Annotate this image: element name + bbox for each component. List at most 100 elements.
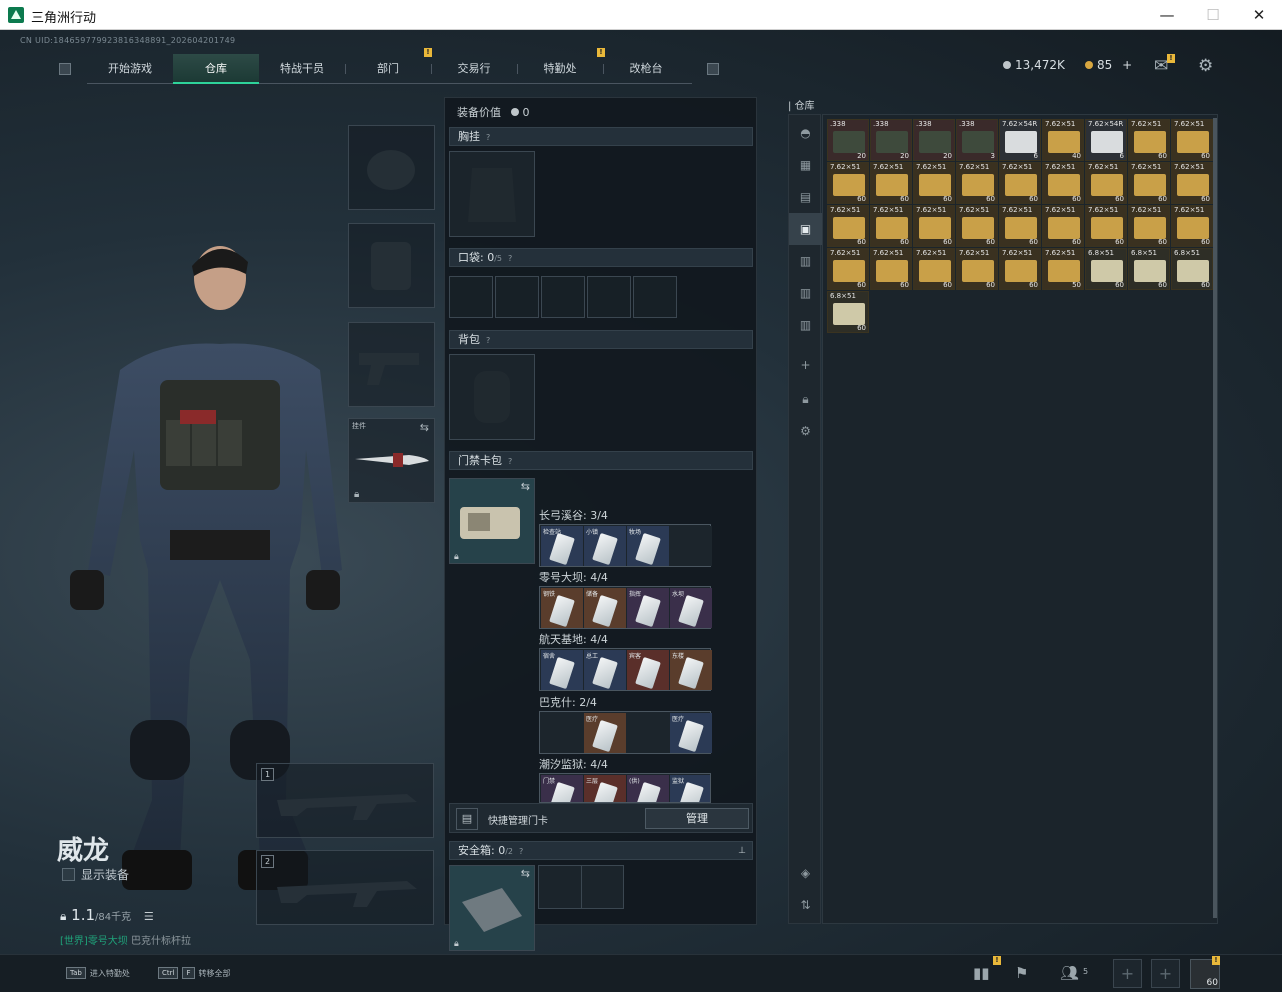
- warehouse-ammo-item[interactable]: 7.62×51 60: [827, 205, 869, 247]
- warehouse-ammo-item[interactable]: 7.62×51 60: [956, 248, 998, 290]
- list-icon[interactable]: ☰: [144, 910, 154, 923]
- warehouse-ammo-item[interactable]: 7.62×51 60: [870, 248, 912, 290]
- melee-slot[interactable]: 挂件 ⇆ 🔒︎: [348, 418, 435, 503]
- warehouse-ammo-item[interactable]: 7.62×51 60: [870, 205, 912, 247]
- pocket-slot[interactable]: [495, 276, 539, 318]
- pocket-slot[interactable]: [633, 276, 677, 318]
- add-tab-icon[interactable]: +: [789, 349, 822, 381]
- warehouse-ammo-item[interactable]: .338 20: [870, 119, 912, 161]
- keycard[interactable]: (供): [627, 775, 669, 802]
- warehouse-ammo-item[interactable]: 7.62×51 60: [999, 162, 1041, 204]
- nav-prev-key-icon[interactable]: [59, 63, 71, 75]
- helmet-filter-icon[interactable]: ◓: [789, 117, 822, 149]
- storage-tab-icon[interactable]: ▥: [789, 309, 822, 341]
- tab-start-game[interactable]: 开始游戏: [87, 54, 173, 84]
- storage-tab-icon[interactable]: ▤: [789, 181, 822, 213]
- warehouse-ammo-item[interactable]: 7.62×51 60: [999, 205, 1041, 247]
- body-armor-slot[interactable]: [348, 223, 435, 308]
- keycard-empty[interactable]: [541, 713, 583, 753]
- invite-slot-button[interactable]: +: [1113, 959, 1142, 988]
- keycard[interactable]: 监狱: [670, 775, 710, 802]
- pocket-slot[interactable]: [449, 276, 493, 318]
- keycard[interactable]: 三层: [584, 775, 626, 802]
- warehouse-ammo-item[interactable]: 7.62×51 60: [999, 248, 1041, 290]
- pocket-slot[interactable]: [587, 276, 631, 318]
- show-equipment-toggle[interactable]: 显示装备: [62, 866, 129, 883]
- keycard[interactable]: 宿舍: [541, 650, 583, 690]
- lock-icon[interactable]: 🔒︎: [789, 383, 822, 415]
- warehouse-ammo-item[interactable]: 7.62×51 60: [1042, 162, 1084, 204]
- sort-icon[interactable]: ⇅: [789, 889, 822, 921]
- flag-icon[interactable]: ⚑: [1015, 964, 1028, 982]
- safebox-slot[interactable]: ⇆ 🔒︎: [449, 865, 535, 951]
- warehouse-ammo-item[interactable]: 7.62×51 40: [1042, 119, 1084, 161]
- warehouse-ammo-item[interactable]: 7.62×51 50: [1042, 248, 1084, 290]
- warehouse-ammo-item[interactable]: 7.62×51 60: [1128, 119, 1170, 161]
- tab-department[interactable]: 部门: [345, 54, 431, 84]
- keycard[interactable]: 门禁: [541, 775, 583, 802]
- tab-hint[interactable]: Tab 进入特勤处: [66, 967, 130, 979]
- warehouse-ammo-item[interactable]: 7.62×51 60: [827, 162, 869, 204]
- tab-operators[interactable]: 特战干员: [259, 54, 345, 84]
- settings-gear-icon[interactable]: ⚙: [1198, 56, 1213, 76]
- warehouse-ammo-item[interactable]: 7.62×51 60: [956, 205, 998, 247]
- tab-special-ops[interactable]: 特勤处: [517, 54, 603, 84]
- settings-gear-icon[interactable]: ⚙: [789, 415, 822, 447]
- warehouse-ammo-item[interactable]: 7.62×51 60: [1128, 205, 1170, 247]
- warehouse-ammo-item[interactable]: .338 20: [827, 119, 869, 161]
- warehouse-ammo-item[interactable]: 7.62×51 60: [1042, 205, 1084, 247]
- warehouse-ammo-item[interactable]: 6.8×51 60: [827, 291, 869, 333]
- keycard[interactable]: 医疗: [584, 713, 626, 753]
- helmet-slot[interactable]: [348, 125, 435, 210]
- squad-icon[interactable]: 👥︎: [1060, 964, 1079, 982]
- nav-next-key-icon[interactable]: [707, 63, 719, 75]
- warehouse-ammo-item[interactable]: 6.8×51 60: [1171, 248, 1213, 290]
- ammo-tab-icon[interactable]: ▣: [789, 213, 822, 245]
- keycard[interactable]: 储备: [584, 588, 626, 628]
- storage-tab-icon[interactable]: ▥: [789, 277, 822, 309]
- keycard[interactable]: 检查站: [541, 526, 583, 566]
- pocket-slot[interactable]: [541, 276, 585, 318]
- keycard[interactable]: 小镇: [584, 526, 626, 566]
- invite-slot-button[interactable]: +: [1151, 959, 1180, 988]
- keycard-empty[interactable]: [670, 526, 712, 566]
- minimize-button[interactable]: —: [1144, 0, 1190, 30]
- warehouse-ammo-item[interactable]: 7.62×51 60: [913, 248, 955, 290]
- tab-warehouse[interactable]: 仓库: [173, 54, 259, 84]
- warehouse-ammo-item[interactable]: 6.8×51 60: [1128, 248, 1170, 290]
- warehouse-scrollbar[interactable]: [1213, 118, 1217, 918]
- warehouse-ammo-item[interactable]: 7.62×54R 6: [1085, 119, 1127, 161]
- transfer-all-hint[interactable]: Ctrl F 转移全部: [158, 967, 231, 979]
- maximize-button[interactable]: ☐: [1190, 0, 1236, 30]
- swap-icon[interactable]: ⇆: [521, 867, 530, 880]
- keycard-case-slot[interactable]: ⇆ 🔒︎: [449, 478, 535, 564]
- keycard[interactable]: 钢铁: [541, 588, 583, 628]
- warehouse-ammo-item[interactable]: 7.62×51 60: [1128, 162, 1170, 204]
- tab-gunsmith[interactable]: 改枪台: [603, 54, 689, 84]
- keycard[interactable]: 东楼: [670, 650, 712, 690]
- warehouse-ammo-item[interactable]: 7.62×54R 6: [999, 119, 1041, 161]
- layers-icon[interactable]: ◈: [789, 857, 822, 889]
- warehouse-ammo-item[interactable]: 7.62×51 60: [913, 205, 955, 247]
- warehouse-ammo-item[interactable]: .338 3: [956, 119, 998, 161]
- warehouse-ammo-item[interactable]: 7.62×51 60: [1171, 205, 1213, 247]
- keycard-empty[interactable]: [627, 713, 669, 753]
- manage-button[interactable]: 管理: [645, 808, 749, 829]
- warehouse-ammo-item[interactable]: 6.8×51 60: [1085, 248, 1127, 290]
- swap-icon[interactable]: ⇆: [521, 480, 530, 493]
- checkbox-icon[interactable]: [62, 868, 75, 881]
- storage-tab-icon[interactable]: ▥: [789, 245, 822, 277]
- keycard[interactable]: 指挥: [627, 588, 669, 628]
- warehouse-ammo-item[interactable]: 7.62×51 60: [1171, 162, 1213, 204]
- pin-icon[interactable]: ⊥: [738, 842, 746, 860]
- primary-weapon-slot[interactable]: 1: [256, 763, 434, 838]
- chest-rig-slot[interactable]: [449, 151, 535, 237]
- add-gold-button[interactable]: +: [1122, 58, 1132, 72]
- warehouse-ammo-item[interactable]: 7.62×51 60: [913, 162, 955, 204]
- keycard[interactable]: 宾客: [627, 650, 669, 690]
- swap-icon[interactable]: ⇆: [420, 421, 429, 434]
- stats-icon[interactable]: ▮▮: [973, 964, 990, 982]
- warehouse-ammo-item[interactable]: 7.62×51 60: [1085, 205, 1127, 247]
- warehouse-ammo-item[interactable]: .338 20: [913, 119, 955, 161]
- secondary-weapon-slot[interactable]: 2: [256, 850, 434, 925]
